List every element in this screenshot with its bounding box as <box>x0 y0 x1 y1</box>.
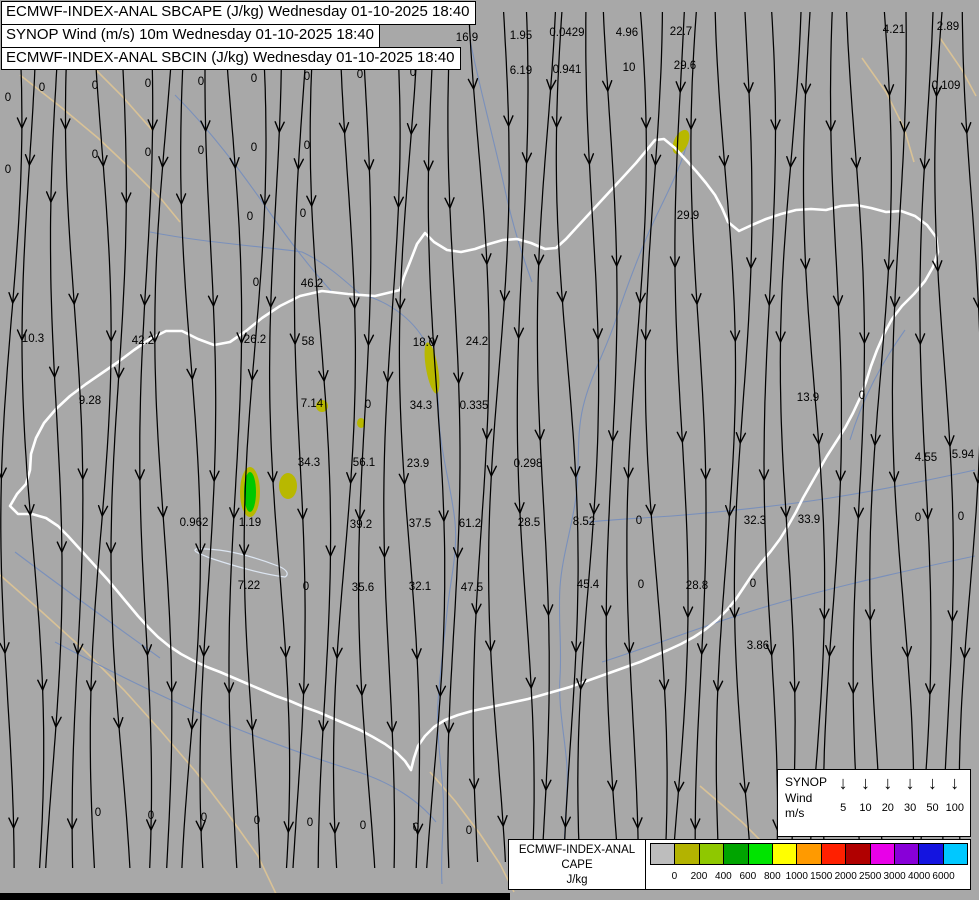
cape-color-cell <box>894 844 920 864</box>
river-line <box>359 293 457 885</box>
wind-speed-column: ↓ 5 <box>832 772 854 836</box>
cape-color-cell <box>870 844 895 864</box>
cape-color-cell <box>943 844 968 864</box>
cape-patch-low <box>672 129 690 155</box>
cape-patch-low <box>279 473 297 499</box>
wind-speed-label: 20 <box>881 802 894 815</box>
wind-speed-column: ↓ 50 <box>921 772 943 836</box>
river-line <box>14 551 161 659</box>
cape-color-cell <box>919 844 944 864</box>
wind-speed-label: 100 <box>945 802 964 815</box>
title-box: ECMWF-INDEX-ANAL SBCAPE (J/kg) Wednesday… <box>1 1 476 71</box>
wind-speed-scale: ↓ 5 ↓ 10 ↓ 20 ↓ 30 ↓ 50 ↓ 100 <box>832 770 970 836</box>
wind-arrowheads <box>0 78 979 836</box>
cape-tick-label: 0 <box>671 871 678 882</box>
cape-tick-label: 800 <box>763 871 781 882</box>
cape-tick-label: 600 <box>739 871 757 882</box>
wind-speed-column: ↓ 30 <box>899 772 921 836</box>
cape-tick-label: 2500 <box>859 871 882 882</box>
wind-legend-title-line: SYNOP <box>785 775 828 789</box>
cape-color-cell <box>748 844 773 864</box>
wind-legend: SYNOP Wind m/s ↓ 5 ↓ 10 ↓ 20 ↓ 30 ↓ 50 ↓ 100 <box>777 769 971 837</box>
cape-legend-title-line: J/kg <box>566 873 588 886</box>
river-line <box>149 231 361 295</box>
wind-speed-column: ↓ 10 <box>854 772 876 836</box>
wind-speed-column: ↓ 20 <box>877 772 899 836</box>
cape-color-cell <box>772 844 798 864</box>
down-arrow-icon: ↓ <box>927 773 937 793</box>
cape-tick-label: 6000 <box>932 871 955 882</box>
cape-color-cell <box>651 844 676 864</box>
cape-tick-label: 3000 <box>883 871 906 882</box>
cape-legend-title: ECMWF-INDEX-ANAL CAPE J/kg <box>509 840 646 889</box>
wind-speed-label: 10 <box>859 802 872 815</box>
wind-speed-label: 30 <box>904 802 917 815</box>
river-line <box>601 555 976 663</box>
wind-legend-title-line: Wind <box>785 790 813 805</box>
down-arrow-icon: ↓ <box>838 773 848 793</box>
river-line <box>174 94 333 293</box>
title-synop-wind: SYNOP Wind (m/s) 10m Wednesday 01-10-202… <box>1 23 380 48</box>
cape-color-cell <box>797 844 822 864</box>
down-arrow-icon: ↓ <box>883 773 893 793</box>
cape-color-cell <box>724 844 749 864</box>
bottom-black-bar <box>0 893 510 900</box>
wind-streamlines <box>0 11 979 869</box>
cape-legend-title-line: CAPE <box>561 858 593 871</box>
down-arrow-icon: ↓ <box>905 773 915 793</box>
cape-colorbar <box>650 843 968 865</box>
cape-tick-label: 400 <box>715 871 732 882</box>
weather-map-page: 16.9 1.95 0.0429 4.96 22.7 4.21 2.89 6.19 0.941 1… <box>0 0 979 900</box>
cape-tick-label: 4000 <box>907 871 931 882</box>
river-line <box>558 139 689 885</box>
wind-speed-label: 5 <box>840 802 847 815</box>
cape-tick-label: 1500 <box>810 871 833 882</box>
river-line <box>587 469 976 523</box>
cape-tick-label: 1000 <box>785 871 808 882</box>
cape-tick-label: 200 <box>690 871 708 882</box>
map-canvas <box>0 11 979 899</box>
title-sbcape: ECMWF-INDEX-ANAL SBCAPE (J/kg) Wednesday… <box>1 1 476 25</box>
wind-legend-title: SYNOP Wind m/s <box>778 770 832 836</box>
cape-color-cell <box>675 844 700 864</box>
cape-tick-label: 2000 <box>834 871 857 882</box>
cape-patch-low <box>424 342 440 394</box>
cape-color-cell <box>699 844 725 864</box>
down-arrow-icon: ↓ <box>860 773 870 793</box>
neighbor-border-line <box>939 37 977 97</box>
down-arrow-icon: ↓ <box>950 773 960 793</box>
cape-color-cell <box>846 844 871 864</box>
wind-speed-column: ↓ 100 <box>944 772 966 836</box>
cape-colorbar-area: 0 200 400 600 800 1000 1500 2000 2500 3000 4000 600… <box>646 840 970 889</box>
neighbor-border-line <box>19 74 181 223</box>
wind-legend-title-line: m/s <box>785 806 805 821</box>
cape-color-cell <box>821 844 847 864</box>
river-line <box>54 641 437 823</box>
cape-legend: ECMWF-INDEX-ANAL CAPE J/kg 0 200 400 600 800… <box>508 839 971 890</box>
title-sbcin: ECMWF-INDEX-ANAL SBCIN (J/kg) Wednesday … <box>1 46 461 71</box>
cape-legend-title-line: ECMWF-INDEX-ANAL <box>518 844 636 856</box>
wind-speed-label: 50 <box>926 802 939 815</box>
